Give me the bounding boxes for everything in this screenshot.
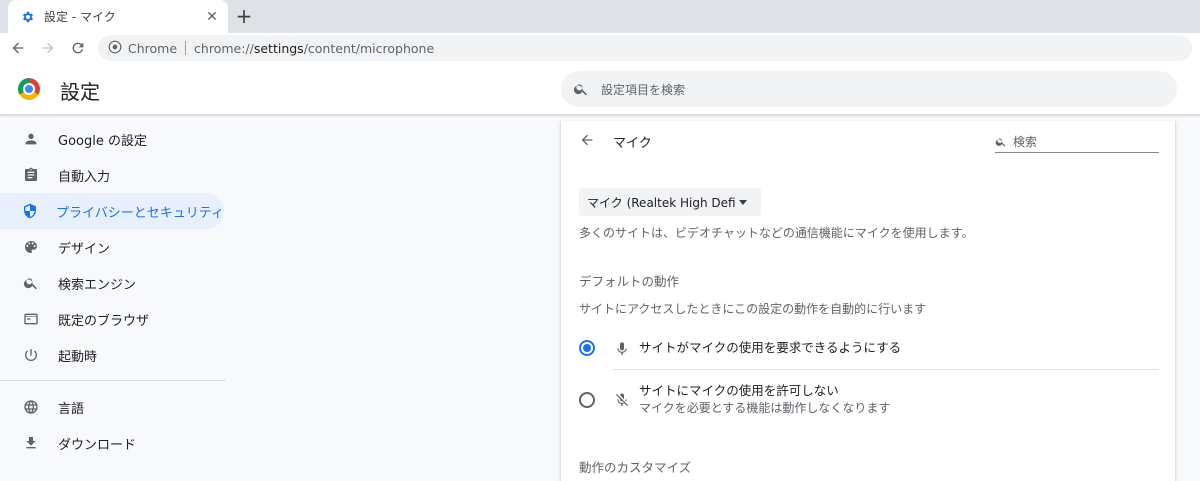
- sidebar-item-label: Google の設定: [58, 133, 147, 149]
- microphone-settings-card: マイク 検索 マイク (Realtek High Definitio 多くのサイ…: [560, 121, 1176, 481]
- forward-button[interactable]: [36, 36, 60, 60]
- sidebar-item-downloads[interactable]: ダウンロード: [0, 425, 226, 461]
- globe-icon: [22, 398, 40, 416]
- sidebar-divider: [0, 380, 226, 381]
- sidebar-item-label: 検索エンジン: [58, 277, 137, 293]
- radio-option-text: サイトにマイクの使用を許可しない マイクを必要とする機能は動作しなくなります: [639, 383, 890, 417]
- gear-icon: [20, 9, 36, 25]
- settings-header: 設定 設定項目を検索: [0, 63, 1200, 115]
- microphone-icon: [613, 340, 631, 358]
- tab-strip: 設定 - マイク ✕ +: [0, 0, 1200, 33]
- customize-behavior-title: 動作のカスタマイズ: [579, 460, 692, 475]
- sidebar-item-label: 言語: [58, 401, 85, 417]
- microphone-description: 多くのサイトは、ビデオチャットなどの通信機能にマイクを使用します。: [579, 226, 974, 240]
- sidebar-item-autofill[interactable]: 自動入力: [0, 157, 226, 193]
- power-icon: [22, 346, 40, 364]
- sidebar-item-label: 自動入力: [58, 169, 111, 185]
- radio-option-label: サイトがマイクの使用を要求できるようにする: [639, 340, 902, 355]
- search-icon: [22, 274, 40, 292]
- close-icon[interactable]: ✕: [204, 9, 220, 25]
- browser-toolbar: Chrome chrome://settings/content/microph…: [0, 33, 1200, 63]
- chrome-logo-icon: [18, 78, 40, 100]
- default-behavior-title: デフォルトの動作: [579, 274, 680, 289]
- palette-icon: [22, 238, 40, 256]
- clipboard-icon: [22, 166, 40, 184]
- caret-down-icon: [739, 199, 747, 205]
- sidebar-item-default-browser[interactable]: 既定のブラウザ: [0, 301, 226, 337]
- radio-option-allow-ask[interactable]: サイトがマイクの使用を要求できるようにする: [579, 340, 1159, 358]
- page-title: 設定: [60, 80, 100, 104]
- radio-option-text: サイトがマイクの使用を要求できるようにする: [639, 340, 901, 356]
- settings-search-input[interactable]: 設定項目を検索: [561, 71, 1177, 107]
- back-button[interactable]: [6, 36, 30, 60]
- radio-button-checked[interactable]: [579, 340, 595, 356]
- sidebar-item-languages[interactable]: 言語: [0, 389, 226, 425]
- sidebar-item-privacy-security[interactable]: プライバシーとセキュリティ: [0, 193, 224, 229]
- arrow-right-icon: [42, 42, 54, 54]
- sidebar-item-google[interactable]: Google の設定: [0, 121, 226, 157]
- back-arrow-icon[interactable]: [579, 132, 597, 150]
- url-prefix: chrome://: [194, 40, 254, 56]
- shield-icon: [22, 202, 38, 220]
- device-select-value: マイク (Realtek High Definitio: [587, 195, 735, 210]
- search-icon: [573, 84, 587, 96]
- url-host: settings: [253, 40, 304, 56]
- page-subtitle: マイク: [613, 136, 652, 151]
- sidebar-nav: Google の設定 自動入力 プライバシーとセキュリティ デザイン 検索エンジ…: [0, 121, 226, 461]
- radio-option-sublabel: マイクを必要とする機能は動作しなくなります: [639, 401, 891, 415]
- sidebar-item-on-startup[interactable]: 起動時: [0, 337, 226, 373]
- new-tab-button[interactable]: +: [234, 6, 254, 26]
- radio-option-block[interactable]: サイトにマイクの使用を許可しない マイクを必要とする機能は動作しなくなります: [579, 383, 1159, 417]
- sidebar-item-label: 既定のブラウザ: [58, 313, 150, 329]
- default-behavior-description: サイトにアクセスしたときにこの設定の動作を自動的に行います: [579, 302, 927, 316]
- search-placeholder: 検索: [1013, 135, 1038, 149]
- arrow-left-icon: [12, 42, 24, 54]
- tab-settings-microphone[interactable]: 設定 - マイク ✕: [8, 0, 228, 33]
- chrome-icon: [108, 39, 122, 58]
- sidebar-item-label: ダウンロード: [58, 437, 137, 453]
- radio-option-label: サイトにマイクの使用を許可しない: [639, 383, 839, 398]
- person-icon: [22, 130, 40, 148]
- radio-button-unchecked[interactable]: [579, 392, 595, 408]
- sidebar-item-label: デザイン: [58, 241, 111, 257]
- url-text: chrome://settings/content/microphone: [194, 41, 434, 56]
- sidebar-item-search-engine[interactable]: 検索エンジン: [0, 265, 226, 301]
- tab-title: 設定 - マイク: [44, 10, 116, 24]
- sidebar-item-label: 起動時: [58, 349, 98, 365]
- sidebar-item-design[interactable]: デザイン: [0, 229, 226, 265]
- download-icon: [22, 434, 40, 452]
- sidebar-item-label: プライバシーとセキュリティ: [56, 205, 224, 221]
- omnibox-separator: [185, 41, 187, 55]
- search-placeholder: 設定項目を検索: [601, 82, 686, 97]
- omnibox[interactable]: Chrome chrome://settings/content/microph…: [98, 35, 1192, 61]
- url-path: /content/microphone: [303, 40, 435, 56]
- subpage-search-input[interactable]: 検索: [995, 131, 1159, 153]
- card-header: マイク 検索: [561, 121, 1177, 161]
- reload-button[interactable]: [66, 36, 90, 60]
- microphone-off-icon: [613, 391, 631, 409]
- browser-icon: [22, 310, 40, 328]
- site-chip: Chrome: [128, 40, 178, 56]
- microphone-device-select[interactable]: マイク (Realtek High Definitio: [579, 188, 761, 216]
- option-divider: [613, 369, 1159, 370]
- search-icon: [995, 138, 1006, 147]
- reload-icon: [72, 42, 84, 54]
